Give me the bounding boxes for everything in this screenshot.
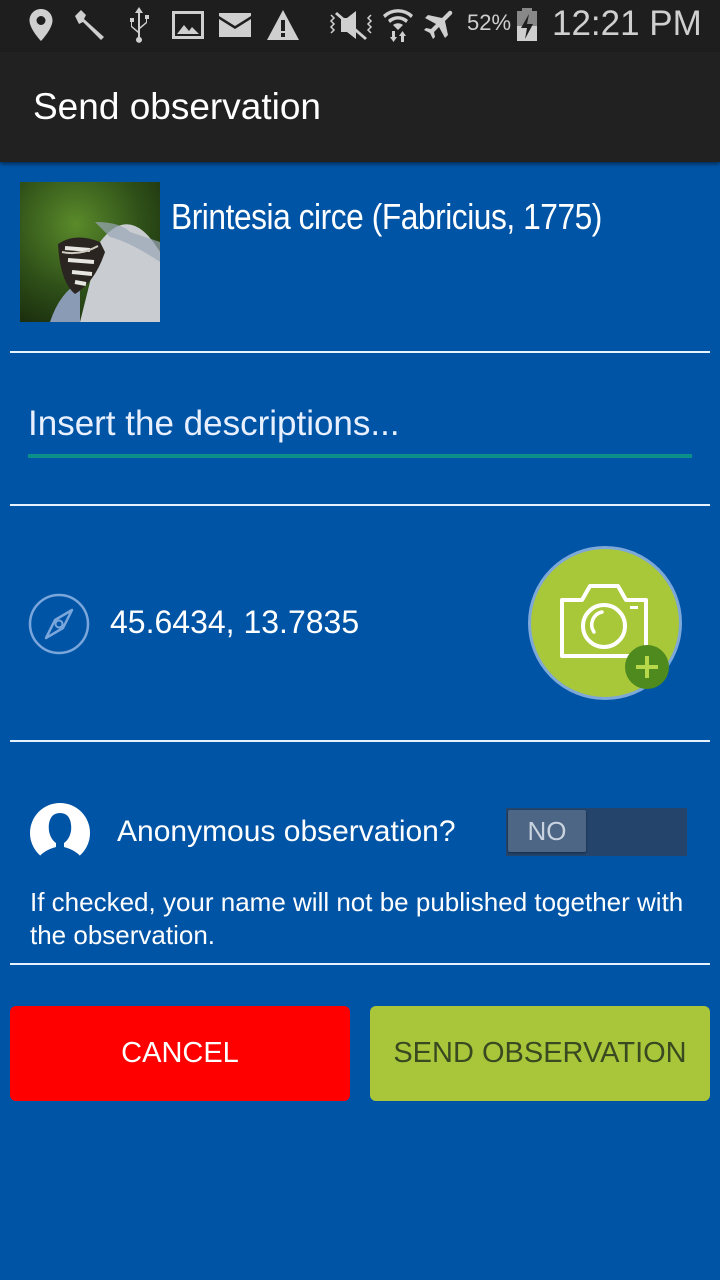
- action-bar: Send observation: [0, 52, 720, 162]
- anonymous-hint: If checked, your name will not be publis…: [30, 887, 684, 950]
- page-title: Send observation: [33, 86, 321, 127]
- toggle-thumb[interactable]: NO: [508, 810, 586, 852]
- divider: [10, 504, 710, 506]
- clock: 12:21 PM: [552, 4, 702, 43]
- wifi-icon: [381, 8, 415, 42]
- divider: [10, 351, 710, 353]
- mute-icon: [327, 8, 375, 42]
- compass-icon: [28, 593, 90, 655]
- warning-icon: [266, 8, 300, 42]
- divider: [10, 963, 710, 965]
- send-observation-button[interactable]: SEND OBSERVATION: [370, 1006, 710, 1101]
- divider: [10, 740, 710, 742]
- species-name: Brintesia circe (Fabricius, 1775): [171, 196, 602, 237]
- mail-icon: [218, 8, 252, 42]
- plus-icon[interactable]: [625, 645, 669, 689]
- image-icon: [171, 8, 205, 42]
- anonymous-label: Anonymous observation?: [117, 815, 456, 848]
- battery-charging-icon: [516, 8, 538, 42]
- airplane-icon: [422, 8, 454, 42]
- status-bar: 52% 12:21 PM: [0, 0, 720, 52]
- species-thumbnail[interactable]: [20, 182, 160, 322]
- cancel-button[interactable]: CANCEL: [10, 1006, 350, 1101]
- coordinates: 45.6434, 13.7835: [110, 604, 360, 640]
- anonymous-toggle[interactable]: NO: [506, 808, 687, 856]
- user-avatar-icon: [30, 803, 90, 866]
- description-input[interactable]: [28, 400, 692, 458]
- battery-percent: 52%: [467, 10, 512, 35]
- butterfly-photo-icon: [20, 182, 160, 322]
- location-icon: [28, 8, 54, 42]
- wrench-icon: [72, 8, 108, 42]
- usb-icon: [127, 7, 151, 43]
